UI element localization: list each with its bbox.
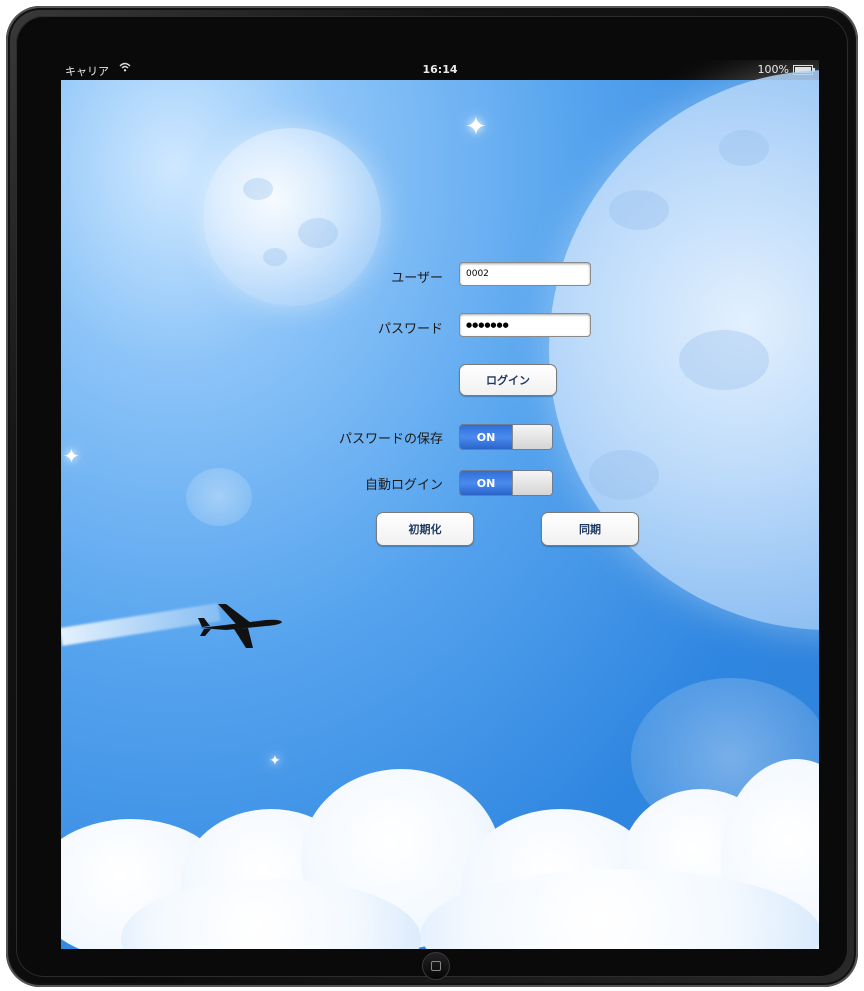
save-password-label: パスワードの保存 <box>338 432 443 447</box>
password-label: パスワード <box>377 322 443 337</box>
auto-login-toggle[interactable]: ON <box>459 470 553 496</box>
login-button[interactable]: ログイン <box>459 364 557 396</box>
toggle-on-label: ON <box>460 471 512 495</box>
auto-login-label: 自動ログイン <box>364 478 443 493</box>
sparkle-icon: ✦ <box>63 444 80 468</box>
sparkle-icon: ✦ <box>465 112 487 142</box>
save-password-toggle[interactable]: ON <box>459 424 553 450</box>
password-mask: ●●●●●●● <box>466 321 509 329</box>
user-field[interactable] <box>459 262 591 286</box>
user-label: ユーザー <box>391 271 443 286</box>
status-time: 16:14 <box>422 63 458 76</box>
light-orb <box>186 468 252 526</box>
airplane-icon <box>198 604 282 648</box>
password-field[interactable]: ●●●●●●● <box>459 313 591 337</box>
sync-button[interactable]: 同期 <box>541 512 639 546</box>
clouds-image <box>61 749 819 949</box>
status-bar: キャリア 16:14 100% <box>61 60 819 80</box>
screen: キャリア 16:14 100% ✦ ✦ ✦ ユーザー 0002 パスワード ●●… <box>61 60 819 949</box>
toggle-on-label: ON <box>460 425 512 449</box>
toggle-knob <box>512 471 552 495</box>
reset-button[interactable]: 初期化 <box>376 512 474 546</box>
large-moon-image <box>549 70 819 630</box>
toggle-knob <box>512 425 552 449</box>
home-button[interactable] <box>422 952 450 980</box>
